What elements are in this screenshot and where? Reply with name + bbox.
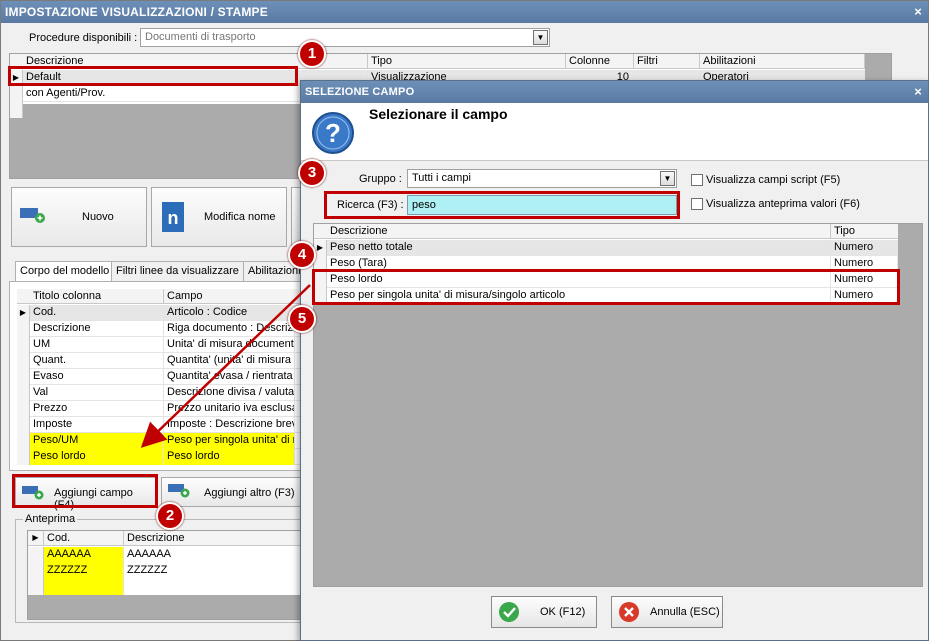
annotation-badge-1: 1 <box>298 40 326 68</box>
annotation-badge-4: 4 <box>288 241 316 269</box>
annotation-badge-2: 2 <box>156 502 184 530</box>
annotation-badge-5: 5 <box>288 305 316 333</box>
annotation-arrow <box>140 284 311 448</box>
annotation-badge-3: 3 <box>298 159 326 187</box>
